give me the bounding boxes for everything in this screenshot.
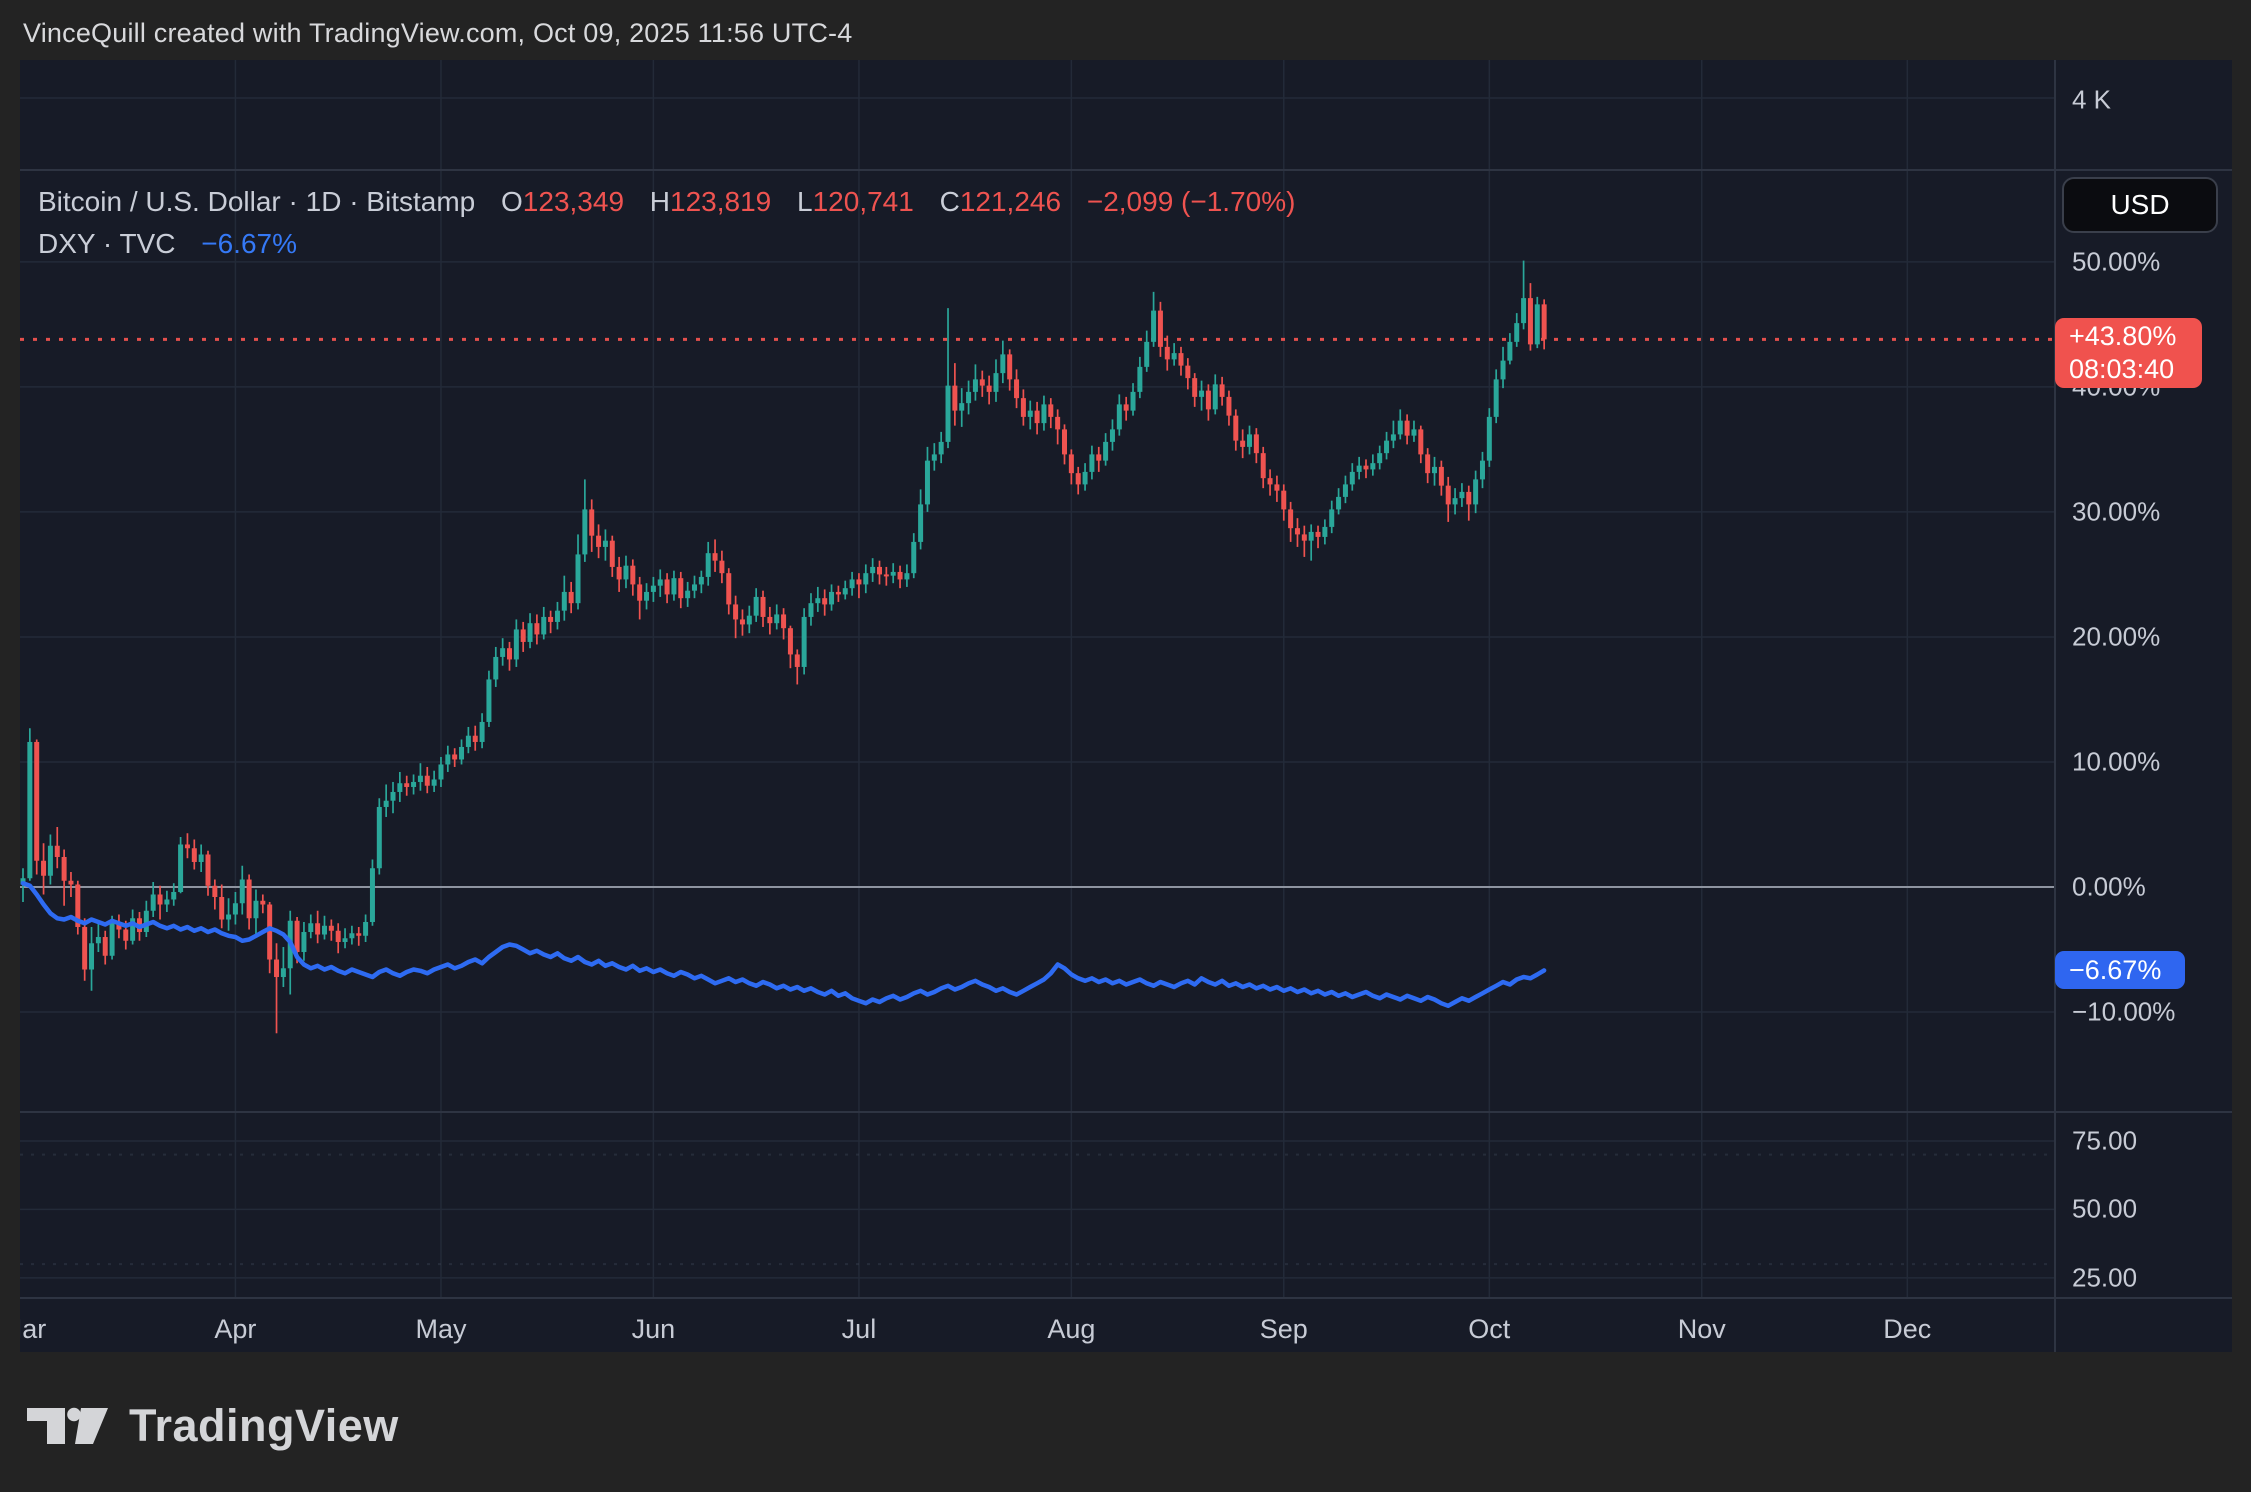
close-key: C bbox=[940, 186, 960, 217]
open-value: 123,349 bbox=[523, 186, 624, 217]
legend-main-row[interactable]: Bitcoin / U.S. Dollar · 1D · Bitstamp O1… bbox=[38, 186, 1295, 218]
compare-price-badge: −6.67% bbox=[2055, 951, 2185, 989]
chart-legend: Bitcoin / U.S. Dollar · 1D · Bitstamp O1… bbox=[38, 186, 1295, 260]
time-axis-label: Sep bbox=[1260, 1314, 1308, 1345]
change-value: −2,099 (−1.70%) bbox=[1087, 186, 1296, 217]
time-axis-label: Nov bbox=[1678, 1314, 1726, 1345]
attribution-title: VinceQuill created with TradingView.com,… bbox=[23, 18, 2223, 49]
y-axis-label: 0.00% bbox=[2072, 872, 2146, 903]
compare-symbol-title: DXY · TVC bbox=[38, 228, 175, 259]
indicator-axis-label: 25.00 bbox=[2072, 1262, 2137, 1293]
time-axis[interactable]: Mar Apr May Jun Jul Aug Sep Oct Nov Dec bbox=[20, 1298, 2055, 1352]
top-pane-axis-label: 4 K bbox=[2072, 85, 2111, 116]
y-axis-label: 50.00% bbox=[2072, 246, 2160, 277]
time-axis-label: Mar bbox=[20, 1314, 46, 1345]
symbol-title: Bitcoin / U.S. Dollar · 1D · Bitstamp bbox=[38, 186, 475, 217]
footer-watermark: TradingView bbox=[27, 1400, 399, 1452]
time-axis-label: Jun bbox=[632, 1314, 676, 1345]
y-axis-label: −10.00% bbox=[2072, 997, 2175, 1028]
indicator-axis-label: 50.00 bbox=[2072, 1194, 2137, 1225]
tradingview-logo-icon bbox=[27, 1407, 109, 1445]
last-price-badge: +43.80% 08:03:40 bbox=[2055, 318, 2202, 388]
legend-compare-row[interactable]: DXY · TVC −6.67% bbox=[38, 228, 1295, 260]
high-key: H bbox=[650, 186, 670, 217]
low-key: L bbox=[797, 186, 813, 217]
high-value: 123,819 bbox=[670, 186, 771, 217]
currency-toggle-button[interactable]: USD bbox=[2062, 177, 2218, 233]
time-axis-label: Oct bbox=[1468, 1314, 1510, 1345]
time-axis-label: Jul bbox=[842, 1314, 877, 1345]
open-key: O bbox=[501, 186, 523, 217]
time-axis-label: Aug bbox=[1047, 1314, 1095, 1345]
close-value: 121,246 bbox=[960, 186, 1061, 217]
y-axis-label: 10.00% bbox=[2072, 746, 2160, 777]
bar-countdown: 08:03:40 bbox=[2069, 353, 2188, 386]
y-axis-label: 30.00% bbox=[2072, 496, 2160, 527]
time-axis-label: Apr bbox=[214, 1314, 256, 1345]
time-axis-label: Dec bbox=[1883, 1314, 1931, 1345]
tradingview-wordmark: TradingView bbox=[129, 1400, 399, 1452]
compare-price-change: −6.67% bbox=[2069, 954, 2161, 987]
last-price-change: +43.80% bbox=[2069, 320, 2188, 353]
low-value: 120,741 bbox=[813, 186, 914, 217]
tradingview-snapshot: VinceQuill created with TradingView.com,… bbox=[0, 0, 2251, 1492]
y-axis-label: 20.00% bbox=[2072, 621, 2160, 652]
indicator-axis-label: 75.00 bbox=[2072, 1126, 2137, 1157]
compare-change-value: −6.67% bbox=[201, 228, 297, 259]
time-axis-label: May bbox=[415, 1314, 466, 1345]
